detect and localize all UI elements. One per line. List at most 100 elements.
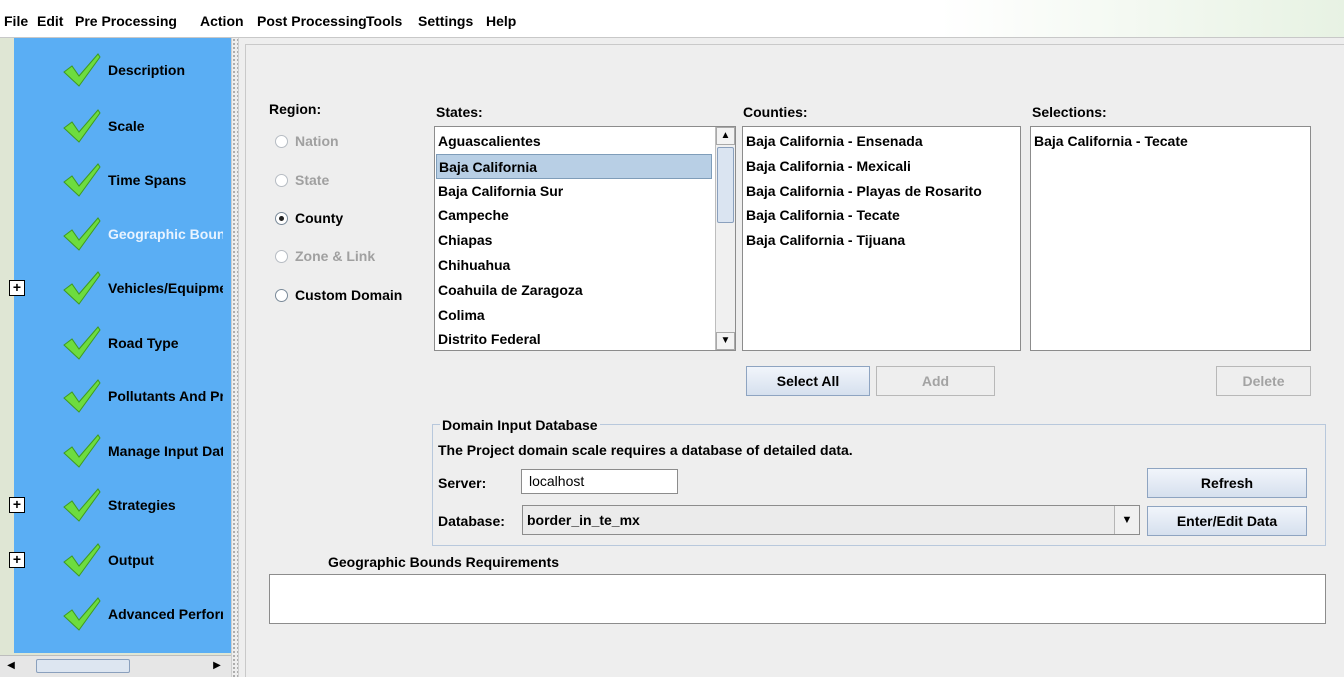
menu-tools[interactable]: Tools	[366, 13, 402, 29]
nav-item-label: Strategies	[108, 497, 176, 513]
delete-button[interactable]: Delete	[1216, 366, 1311, 396]
list-item[interactable]: Distrito Federal	[436, 327, 712, 350]
selections-list[interactable]: Baja California - Tecate	[1030, 126, 1311, 351]
select-all-button[interactable]: Select All	[746, 366, 870, 396]
checkmark-icon	[62, 216, 102, 252]
list-item[interactable]: Chiapas	[436, 228, 712, 253]
list-item[interactable]: Baja California - Tijuana	[744, 228, 1018, 253]
nav-item[interactable]: Manage Input Data Sets	[0, 431, 231, 471]
enter-edit-data-button[interactable]: Enter/Edit Data	[1147, 506, 1307, 536]
nav-item[interactable]: + Vehicles/Equipment	[0, 268, 231, 308]
server-field[interactable]: localhost	[521, 469, 678, 494]
nav-item-label: Scale	[108, 118, 145, 134]
nav-item[interactable]: Road Type	[0, 323, 231, 363]
scrollbar-thumb[interactable]	[717, 147, 734, 223]
region-option-label: Nation	[295, 133, 339, 149]
checkmark-icon	[62, 433, 102, 469]
list-item[interactable]: Chihuahua	[436, 253, 712, 278]
radio-button	[275, 135, 288, 148]
list-item[interactable]: Baja California	[436, 153, 712, 179]
list-item[interactable]: Baja California - Tecate	[744, 203, 1018, 228]
list-item[interactable]: Aguascalientes	[436, 129, 712, 154]
region-option-label: Zone & Link	[295, 248, 376, 264]
nav-item[interactable]: + Output	[0, 540, 231, 580]
nav-item[interactable]: Time Spans	[0, 160, 231, 200]
server-label: Server:	[438, 475, 487, 491]
radio-button	[275, 250, 288, 263]
checkmark-icon	[62, 325, 102, 361]
menu-settings[interactable]: Settings	[418, 13, 473, 29]
expand-icon[interactable]: +	[9, 280, 25, 296]
list-item[interactable]: Baja California - Ensenada	[744, 129, 1018, 154]
menu-bar: File Edit Pre Processing Action Post Process…	[0, 0, 1344, 38]
navigation-horizontal-scrollbar[interactable]: ◀ ▶	[0, 655, 231, 677]
nav-item[interactable]: Advanced Performance Features	[0, 594, 231, 634]
nav-item-label: Time Spans	[108, 172, 187, 188]
menu-help[interactable]: Help	[486, 13, 516, 29]
region-option-label: County	[295, 210, 344, 226]
radio-button[interactable]	[275, 289, 288, 302]
refresh-button[interactable]: Refresh	[1147, 468, 1307, 498]
scroll-right-icon[interactable]: ▶	[210, 659, 224, 673]
requirements-text-area	[269, 574, 1326, 624]
selections-label: Selections:	[1032, 104, 1107, 120]
nav-item-label: Description	[108, 62, 186, 78]
states-list[interactable]: ▲ ▼ Aguascalientes Baja California Baja Ca…	[434, 126, 736, 351]
states-vertical-scrollbar[interactable]: ▲ ▼	[715, 127, 735, 350]
nav-item-label: Road Type	[108, 335, 179, 351]
nav-item-label: Geographic Bounds	[108, 226, 223, 242]
nav-item[interactable]: Description	[0, 50, 231, 90]
list-item[interactable]: Baja California - Mexicali	[744, 154, 1018, 179]
app-window: File Edit Pre Processing Action Post Process…	[0, 0, 1344, 677]
checkmark-icon	[62, 162, 102, 198]
scroll-left-icon[interactable]: ◀	[4, 659, 18, 673]
list-item[interactable]: Baja California - Playas de Rosarito	[744, 179, 1018, 204]
scroll-down-icon[interactable]: ▼	[716, 332, 735, 350]
nav-item-label: Output	[108, 552, 154, 568]
list-item[interactable]: Coahuila de Zaragoza	[436, 278, 712, 303]
nav-item-label: Manage Input Data Sets	[108, 443, 223, 459]
navigation-panel: ◀ ▶ Description Scale Time Spans Geographic…	[0, 38, 231, 677]
nav-item-label: Advanced Performance Features	[108, 606, 223, 622]
list-item[interactable]: Baja California - Tecate	[1032, 129, 1308, 154]
nav-item[interactable]: Scale	[0, 106, 231, 146]
database-combobox[interactable]: border_in_te_mx ▼	[522, 505, 1140, 535]
nav-item[interactable]: Pollutants And Processes	[0, 376, 231, 416]
checkmark-icon	[62, 52, 102, 88]
database-value: border_in_te_mx	[527, 512, 640, 528]
region-label: Region:	[269, 101, 322, 117]
counties-label: Counties:	[743, 104, 808, 120]
checkmark-icon	[62, 542, 102, 578]
expand-icon[interactable]: +	[9, 552, 25, 568]
list-item[interactable]: Baja California Sur	[436, 179, 712, 204]
checkmark-icon	[62, 378, 102, 414]
menu-action[interactable]: Action	[200, 13, 244, 29]
checkmark-icon	[62, 270, 102, 306]
list-item[interactable]: Colima	[436, 303, 712, 328]
database-label: Database:	[438, 513, 505, 529]
radio-button	[275, 174, 288, 187]
requirements-title: Geographic Bounds Requirements	[328, 554, 560, 570]
domain-input-database-title: Domain Input Database	[440, 417, 600, 433]
panel-splitter[interactable]	[231, 38, 239, 677]
menu-file[interactable]: File	[4, 13, 28, 29]
expand-icon[interactable]: +	[9, 497, 25, 513]
radio-button[interactable]	[275, 212, 288, 225]
region-option-label: State	[295, 172, 330, 188]
checkmark-icon	[62, 596, 102, 632]
add-button[interactable]: Add	[876, 366, 995, 396]
list-item[interactable]: Campeche	[436, 203, 712, 228]
menu-post-processing[interactable]: Post Processing	[257, 13, 367, 29]
scroll-up-icon[interactable]: ▲	[716, 127, 735, 145]
chevron-down-icon[interactable]: ▼	[1114, 506, 1139, 534]
scrollbar-thumb[interactable]	[36, 659, 130, 673]
nav-item[interactable]: Geographic Bounds	[0, 214, 231, 254]
nav-item-label: Pollutants And Processes	[108, 388, 223, 404]
region-option-label: Custom Domain	[295, 287, 403, 303]
nav-item[interactable]: + Strategies	[0, 485, 231, 525]
nav-item-label: Vehicles/Equipment	[108, 280, 223, 296]
menu-pre-processing[interactable]: Pre Processing	[75, 13, 177, 29]
counties-list[interactable]: Baja California - Ensenada Baja Californi…	[742, 126, 1021, 351]
menu-edit[interactable]: Edit	[37, 13, 63, 29]
checkmark-icon	[62, 487, 102, 523]
